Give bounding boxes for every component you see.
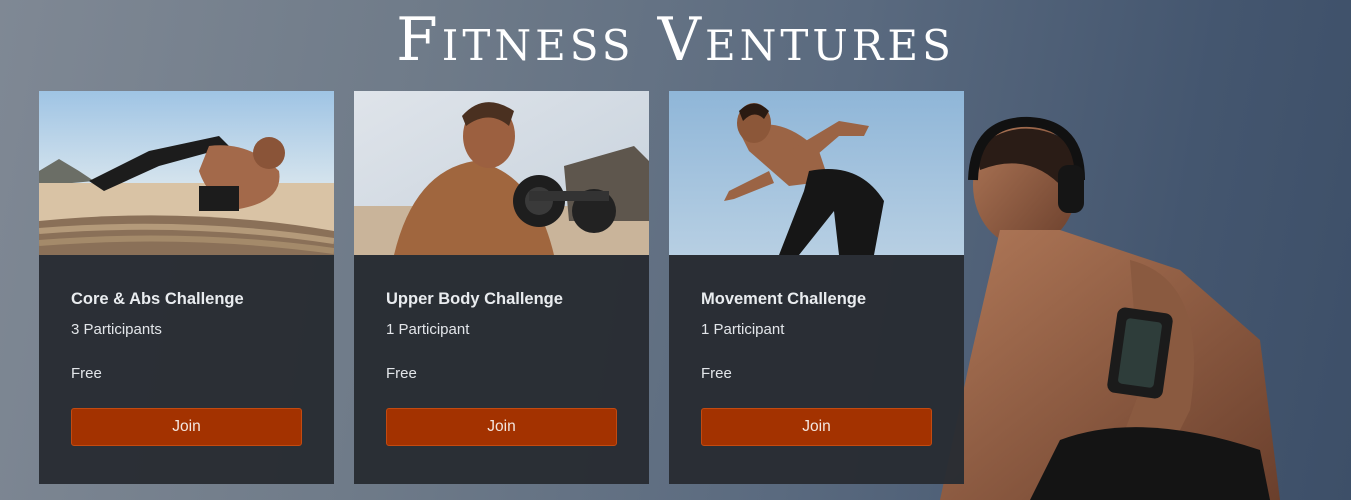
- price-label: Free: [71, 365, 102, 382]
- price-label: Free: [701, 365, 732, 382]
- price-label: Free: [386, 365, 417, 382]
- join-button[interactable]: Join: [701, 408, 932, 446]
- participant-count: 1 Participant: [701, 321, 785, 338]
- join-button[interactable]: Join: [71, 408, 302, 446]
- challenge-card-movement: Movement Challenge 1 Participant Free Jo…: [669, 91, 964, 484]
- kettlebell-image: [354, 91, 649, 255]
- runner-image: [669, 91, 964, 255]
- card-body: Upper Body Challenge 1 Participant Free …: [354, 255, 649, 446]
- challenge-card-upper-body: Upper Body Challenge 1 Participant Free …: [354, 91, 649, 484]
- challenge-title: Core & Abs Challenge: [71, 290, 244, 308]
- card-body: Movement Challenge 1 Participant Free Jo…: [669, 255, 964, 446]
- challenge-card-core-abs: Core & Abs Challenge 3 Participants Free…: [39, 91, 334, 484]
- card-body: Core & Abs Challenge 3 Participants Free…: [39, 255, 334, 446]
- participant-count: 3 Participants: [71, 321, 162, 338]
- challenge-title: Movement Challenge: [701, 290, 867, 308]
- beach-crunch-image: [39, 91, 334, 255]
- challenge-cards: Core & Abs Challenge 3 Participants Free…: [39, 91, 964, 484]
- challenge-title: Upper Body Challenge: [386, 290, 563, 308]
- participant-count: 1 Participant: [386, 321, 470, 338]
- join-button[interactable]: Join: [386, 408, 617, 446]
- page-title: Fitness Ventures: [396, 5, 955, 75]
